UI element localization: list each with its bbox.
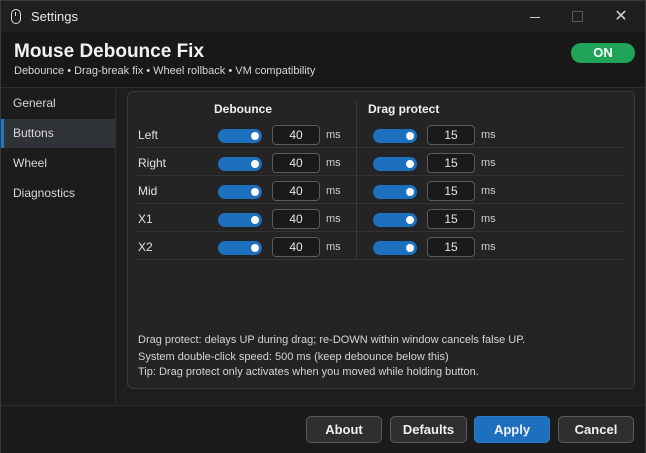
drag-protect-ms-input[interactable]: 15: [427, 153, 475, 173]
column-divider: [356, 100, 357, 260]
sidebar-item-diagnostics[interactable]: Diagnostics: [1, 179, 116, 208]
debounce-toggle[interactable]: [218, 213, 262, 227]
row-label: X1: [138, 212, 153, 226]
double-click-note: System double-click speed: 500 ms (keep …: [138, 351, 449, 363]
debounce-toggle[interactable]: [218, 185, 262, 199]
app-subtitle: Debounce • Drag-break fix • Wheel rollba…: [14, 65, 316, 77]
debounce-ms-input[interactable]: 40: [272, 125, 320, 145]
debounce-ms-input[interactable]: 40: [272, 181, 320, 201]
row-separator: [136, 259, 626, 260]
debounce-unit: ms: [326, 129, 341, 141]
sidebar-item-general[interactable]: General: [1, 89, 116, 118]
debounce-unit: ms: [326, 157, 341, 169]
drag-protect-toggle[interactable]: [373, 213, 417, 227]
about-button[interactable]: About: [306, 416, 382, 443]
toggle-knob: [406, 188, 414, 196]
row-separator: [136, 147, 626, 148]
mouse-icon: [11, 9, 21, 24]
drag-protect-ms-input[interactable]: 15: [427, 181, 475, 201]
debounce-ms-input[interactable]: 40: [272, 209, 320, 229]
defaults-button[interactable]: Defaults: [390, 416, 467, 443]
row-separator: [136, 203, 626, 204]
toggle-knob: [406, 244, 414, 252]
row-separator: [136, 175, 626, 176]
drag-protect-ms-input[interactable]: 15: [427, 237, 475, 257]
drag-protect-unit: ms: [481, 241, 496, 253]
settings-window: Settings ✕ Mouse Debounce Fix Debounce •…: [0, 0, 646, 453]
drag-protect-unit: ms: [481, 129, 496, 141]
debounce-ms-input[interactable]: 40: [272, 153, 320, 173]
master-toggle-on[interactable]: ON: [571, 43, 635, 63]
row-label: Right: [138, 156, 167, 170]
maximize-icon[interactable]: [555, 1, 599, 32]
drag-protect-column-header: Drag protect: [368, 102, 440, 116]
debounce-unit: ms: [326, 213, 341, 225]
footer: About Defaults Apply Cancel: [1, 405, 645, 453]
close-icon[interactable]: ✕: [599, 1, 643, 32]
drag-protect-toggle[interactable]: [373, 157, 417, 171]
row-label: Mid: [138, 184, 158, 198]
debounce-unit: ms: [326, 185, 341, 197]
toggle-knob: [251, 132, 259, 140]
title-bar: Settings ✕: [1, 1, 645, 32]
drag-protect-note: Drag protect: delays UP during drag; re-…: [138, 334, 526, 346]
debounce-toggle[interactable]: [218, 129, 262, 143]
sidebar-item-wheel[interactable]: Wheel: [1, 149, 116, 178]
cancel-button[interactable]: Cancel: [558, 416, 634, 443]
drag-protect-unit: ms: [481, 157, 496, 169]
toggle-knob: [251, 160, 259, 168]
drag-protect-ms-input[interactable]: 15: [427, 125, 475, 145]
tip-note: Tip: Drag protect only activates when yo…: [138, 366, 479, 378]
debounce-unit: ms: [326, 241, 341, 253]
sidebar: General Buttons Wheel Diagnostics: [1, 89, 116, 405]
drag-protect-ms-input[interactable]: 15: [427, 209, 475, 229]
debounce-toggle[interactable]: [218, 157, 262, 171]
row-label: X2: [138, 240, 153, 254]
row-label: Left: [138, 128, 159, 142]
apply-button[interactable]: Apply: [474, 416, 550, 443]
toggle-knob: [406, 160, 414, 168]
debounce-column-header: Debounce: [214, 102, 273, 116]
toggle-knob: [251, 216, 259, 224]
debounce-toggle[interactable]: [218, 241, 262, 255]
buttons-panel: Debounce Drag protect Left 40 ms 15 ms Right 4…: [127, 91, 635, 389]
drag-protect-toggle[interactable]: [373, 129, 417, 143]
sidebar-item-buttons[interactable]: Buttons: [1, 119, 116, 148]
toggle-knob: [406, 216, 414, 224]
drag-protect-unit: ms: [481, 185, 496, 197]
minimize-icon[interactable]: [513, 1, 557, 32]
drag-protect-toggle[interactable]: [373, 241, 417, 255]
window-title: Settings: [31, 9, 78, 24]
drag-protect-toggle[interactable]: [373, 185, 417, 199]
app-title: Mouse Debounce Fix: [14, 41, 205, 62]
debounce-ms-input[interactable]: 40: [272, 237, 320, 257]
toggle-knob: [251, 188, 259, 196]
row-separator: [136, 231, 626, 232]
toggle-knob: [251, 244, 259, 252]
app-header: Mouse Debounce Fix Debounce • Drag-break…: [1, 32, 645, 88]
toggle-knob: [406, 132, 414, 140]
drag-protect-unit: ms: [481, 213, 496, 225]
